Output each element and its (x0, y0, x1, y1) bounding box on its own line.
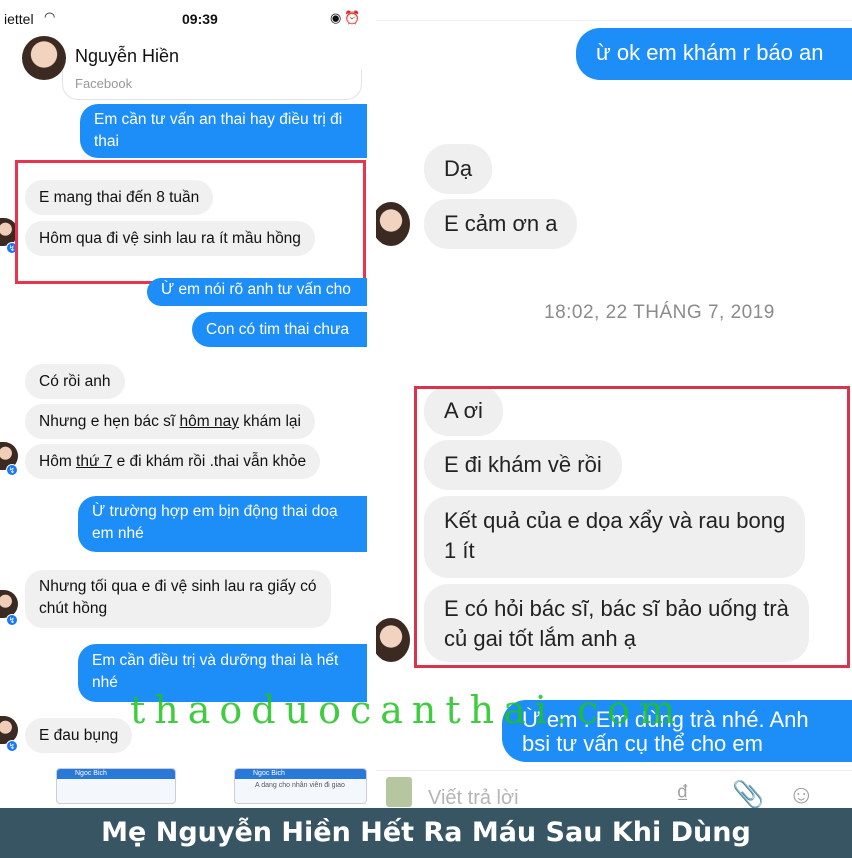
message-text: Nhưng tối qua e đi vệ sinh lau ra giấy c… (39, 578, 317, 595)
incoming-message[interactable]: Dạ (424, 144, 493, 194)
watermark-text: thaoduocanthai.com (130, 688, 685, 732)
sender-avatar (376, 618, 410, 662)
divider (376, 20, 852, 21)
thumbnail-title: Ngoc Bich (235, 769, 366, 779)
carrier-label: iettel (4, 11, 34, 27)
message-text: Hôm (39, 453, 77, 470)
timestamp: 18:02, 22 THÁNG 7, 2019 (544, 302, 775, 323)
incoming-message[interactable]: E cảm ơn a (424, 199, 578, 249)
thumbnail-title: Ngoc Bich (57, 769, 175, 779)
contact-name[interactable]: Nguyễn Hiền (75, 46, 179, 67)
avatar[interactable] (22, 36, 66, 80)
messenger-badge-icon: ↯ (6, 464, 18, 476)
emoji-icon[interactable]: ☺ (788, 779, 815, 808)
messenger-badge-icon: ↯ (6, 740, 18, 752)
outgoing-message[interactable]: ừ ok em khám r báo an (576, 28, 852, 80)
message-text: thai (94, 133, 119, 150)
message-text: e đi khám rồi .thai vẫn khỏe (112, 453, 307, 470)
attachment-icon[interactable]: 📎 (732, 779, 764, 808)
highlight-box (15, 160, 366, 284)
message-text: em nhé (92, 525, 144, 542)
incoming-message[interactable]: Có rồi anh (25, 364, 125, 399)
thumbnail-preview: A dang cho nhân viên đi giao (255, 782, 345, 789)
attachment-thumbnails[interactable]: Ngoc Bich Ngoc Bich A dang cho nhân viên… (56, 768, 367, 804)
message-text: Em cần điều trị và dưỡng thai là hết (92, 652, 339, 669)
message-text: khám lại (238, 413, 301, 430)
message-text: Ừ trường hợp em bịn động thai doạ (92, 503, 338, 520)
message-link-text: thứ 7 (76, 453, 113, 470)
message-text: Nhưng e hẹn bác sĩ (39, 413, 180, 430)
outgoing-message[interactable]: Ừ em nói rõ anh tư vấn cho (147, 278, 367, 306)
caption-banner: Mẹ Nguyễn Hiền Hết Ra Máu Sau Khi Dùng (0, 808, 852, 858)
sender-avatar (376, 202, 410, 246)
outgoing-message[interactable]: Con có tim thai chưa (192, 312, 367, 347)
alarm-icon: ◉⏰ (330, 10, 364, 25)
highlight-box (414, 386, 850, 668)
status-time: 09:39 (182, 11, 218, 27)
status-bar: iettel ◠ 09:39 ◉⏰ (0, 0, 367, 34)
incoming-message[interactable]: Nhưng e hẹn bác sĩ hôm nay khám lại (25, 404, 315, 439)
screenshot-thumbnail[interactable]: Ngoc Bich A dang cho nhân viên đi giao (234, 768, 367, 804)
message-link-text: hôm nay (179, 413, 239, 430)
right-chat-screenshot: ừ ok em khám r báo an Dạ E cảm ơn a 18:0… (376, 0, 852, 808)
left-chat-screenshot: iettel ◠ 09:39 ◉⏰ Nguyễn Hiền Facebook E… (0, 0, 367, 808)
incoming-message[interactable]: E đau bụng (25, 718, 133, 753)
screenshot-thumbnail[interactable]: Ngoc Bich (56, 768, 176, 804)
message-text: Em cần tư vấn an thai hay điều trị đi (94, 111, 343, 128)
message-composer[interactable]: Viết trả lời ₫ 📎 ☺ (376, 770, 852, 808)
message-text: chút hồng (39, 600, 108, 617)
incoming-message[interactable]: Nhưng tối qua e đi vệ sinh lau ra giấy c… (25, 570, 331, 628)
reply-input[interactable]: Viết trả lời (428, 787, 519, 808)
message-text: bsi tư vấn cụ thể cho em (522, 731, 763, 756)
outgoing-message[interactable]: Em cần tư vấn an thai hay điều trị đi th… (80, 104, 367, 158)
source-label: Facebook (62, 70, 362, 100)
camera-icon[interactable] (386, 777, 412, 807)
dong-icon[interactable]: ₫ (676, 779, 689, 808)
wifi-icon: ◠ (44, 9, 56, 24)
incoming-message[interactable]: Hôm thứ 7 e đi khám rồi .thai vẫn khỏe (25, 444, 321, 479)
outgoing-message[interactable]: Ừ trường hợp em bịn động thai doạ em nhé (78, 496, 367, 552)
messenger-badge-icon: ↯ (6, 614, 18, 626)
